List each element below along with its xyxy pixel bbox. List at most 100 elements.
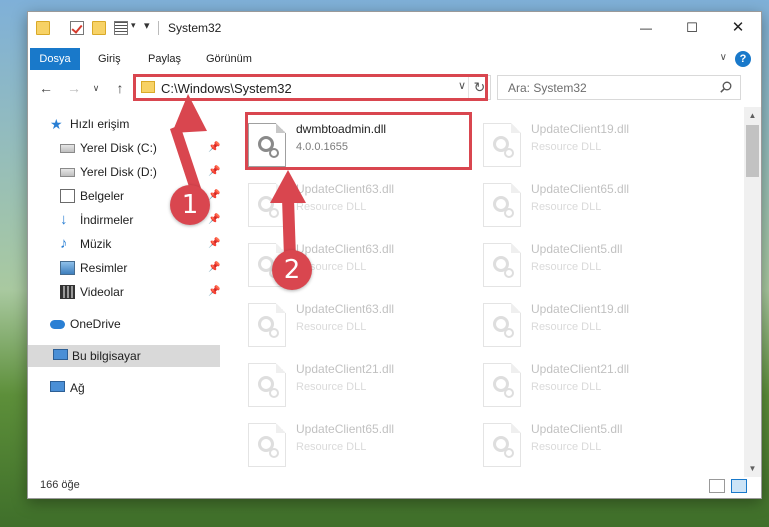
properties-check-icon[interactable] [70, 21, 84, 35]
pin-icon[interactable]: 📌 [208, 166, 220, 177]
expand-ribbon-icon[interactable]: ∨ [720, 52, 727, 63]
dll-file-icon [483, 183, 521, 227]
file-item[interactable]: UpdateClient63.dll Resource DLL [238, 295, 468, 355]
pin-icon[interactable]: 📌 [208, 262, 220, 273]
chevron-down-icon[interactable]: ▾ [131, 20, 136, 31]
nav-item-this-pc[interactable]: Bu bilgisayar [28, 345, 220, 367]
file-name: UpdateClient5.dll [531, 242, 623, 256]
nav-item-music[interactable]: ♪ Müzik [60, 233, 225, 255]
tiles-view-icon[interactable] [731, 479, 747, 493]
file-description: Resource DLL [531, 441, 602, 453]
file-name: UpdateClient5.dll [531, 422, 623, 436]
pin-icon[interactable]: 📌 [208, 238, 220, 249]
file-name: UpdateClient21.dll [531, 362, 630, 376]
pin-icon[interactable]: 📌 [208, 190, 220, 201]
dll-file-icon [483, 243, 521, 287]
up-button[interactable]: ↑ [110, 78, 130, 98]
file-name: UpdateClient65.dll [296, 422, 395, 436]
minimize-button[interactable]: — [623, 12, 669, 44]
star-icon: ★ [50, 116, 63, 132]
customize-view-icon[interactable] [114, 21, 128, 35]
downloads-icon: ↓ [60, 211, 68, 228]
file-name: UpdateClient63.dll [296, 182, 395, 196]
file-item[interactable]: UpdateClient5.dll Resource DLL [473, 235, 703, 295]
network-icon [50, 381, 65, 392]
recent-locations-button[interactable]: ∨ [86, 78, 106, 98]
nav-item-label: İndirmeler [80, 213, 134, 227]
cloud-icon [50, 320, 65, 329]
search-placeholder[interactable]: Ara: System32 [508, 81, 587, 95]
nav-item-local-disk-c[interactable]: Yerel Disk (C:) [60, 137, 225, 159]
title-bar: ▾ ▾ System32 — ☐ ✕ [28, 12, 761, 44]
file-description: Resource DLL [531, 141, 602, 153]
nav-item-label: Yerel Disk (C:) [80, 141, 157, 155]
file-name: UpdateClient19.dll [531, 302, 630, 316]
file-item[interactable]: UpdateClient5.dll Resource DLL [473, 415, 703, 472]
nav-item-label: Ağ [70, 381, 85, 395]
item-count: 166 öğe [40, 479, 80, 491]
tab-file[interactable]: Dosya [30, 48, 80, 70]
videos-icon [60, 285, 75, 299]
file-item[interactable]: UpdateClient65.dll Resource DLL [238, 415, 468, 472]
file-description: Resource DLL [531, 261, 602, 273]
nav-item-label: Bu bilgisayar [72, 349, 141, 363]
nav-item-pictures[interactable]: Resimler [60, 257, 225, 279]
window-title: System32 [168, 21, 222, 35]
file-item[interactable]: UpdateClient21.dll Resource DLL [473, 355, 703, 415]
file-item[interactable]: UpdateClient21.dll Resource DLL [238, 355, 468, 415]
back-button[interactable]: ← [36, 78, 56, 98]
nav-item-quick-access[interactable]: ★ Hızlı erişim [50, 113, 220, 135]
nav-item-local-disk-d[interactable]: Yerel Disk (D:) [60, 161, 225, 183]
dll-file-icon [483, 423, 521, 467]
file-item[interactable]: UpdateClient19.dll Resource DLL [473, 115, 703, 175]
dll-file-icon [483, 123, 521, 167]
vertical-scrollbar[interactable]: ▲ ▼ [744, 107, 761, 477]
tab-view[interactable]: Görünüm [196, 48, 262, 70]
dll-file-icon [483, 363, 521, 407]
file-item[interactable]: UpdateClient65.dll Resource DLL [473, 175, 703, 235]
documents-icon [60, 189, 75, 203]
step-2-badge: 2 [272, 250, 312, 290]
scroll-thumb[interactable] [746, 125, 759, 177]
close-button[interactable]: ✕ [715, 12, 761, 44]
new-folder-icon[interactable] [92, 21, 106, 35]
dll-file-icon [248, 423, 286, 467]
music-icon: ♪ [60, 235, 68, 252]
file-description: Resource DLL [296, 321, 367, 333]
pictures-icon [60, 261, 75, 275]
drive-icon [60, 168, 75, 177]
file-name: UpdateClient63.dll [296, 302, 395, 316]
search-icon[interactable] [720, 81, 732, 93]
pin-icon[interactable]: 📌 [208, 214, 220, 225]
details-view-icon[interactable] [709, 479, 725, 493]
tab-home[interactable]: Giriş [88, 48, 131, 70]
file-description: Resource DLL [531, 321, 602, 333]
tab-share[interactable]: Paylaş [138, 48, 191, 70]
file-description: Resource DLL [531, 381, 602, 393]
navigation-pane: ★ Hızlı erişim Yerel Disk (C:) 📌 Yerel D… [28, 107, 223, 472]
nav-item-label: Videolar [80, 285, 124, 299]
nav-item-label: OneDrive [70, 317, 121, 331]
nav-item-videos[interactable]: Videolar [60, 281, 225, 303]
quick-access-toolbar-dropdown-icon[interactable]: ▾ [144, 19, 150, 32]
search-box[interactable]: Ara: System32 [497, 75, 741, 100]
forward-button[interactable]: → [64, 78, 84, 98]
nav-item-onedrive[interactable]: OneDrive [50, 313, 220, 335]
file-item[interactable]: UpdateClient19.dll Resource DLL [473, 295, 703, 355]
nav-item-label: Hızlı erişim [70, 117, 130, 131]
file-description: Resource DLL [296, 381, 367, 393]
file-item[interactable]: UpdateClient63.dll Resource DLL [238, 175, 468, 235]
step-1-badge: 1 [170, 185, 210, 225]
drive-icon [60, 144, 75, 153]
file-name: UpdateClient63.dll [296, 242, 395, 256]
dll-file-icon [248, 303, 286, 347]
scroll-up-icon[interactable]: ▲ [744, 107, 761, 124]
dll-file-icon [483, 303, 521, 347]
ribbon-tabs: Dosya Giriş Paylaş Görünüm ∨ ? [28, 48, 761, 70]
help-button[interactable]: ? [735, 51, 751, 67]
nav-item-network[interactable]: Ağ [50, 377, 220, 399]
status-bar: 166 öğe [28, 474, 761, 498]
pin-icon[interactable]: 📌 [208, 286, 220, 297]
pin-icon[interactable]: 📌 [208, 142, 220, 153]
maximize-button[interactable]: ☐ [669, 12, 715, 44]
